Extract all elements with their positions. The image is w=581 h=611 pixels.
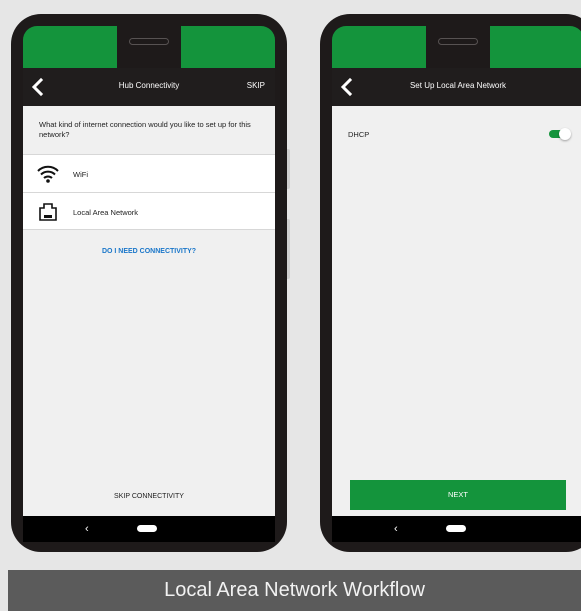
- nav-back-icon[interactable]: ‹: [394, 522, 398, 536]
- volume-button: [287, 219, 290, 279]
- option-wifi[interactable]: WiFi: [23, 154, 275, 192]
- skip-connectivity-button[interactable]: SKIP CONNECTIVITY: [23, 493, 275, 500]
- option-lan-label: Local Area Network: [73, 208, 139, 217]
- nav-home-pill-icon[interactable]: [137, 525, 157, 532]
- status-bar-left: [332, 26, 426, 68]
- nav-back-icon[interactable]: ‹: [85, 522, 89, 536]
- dhcp-label: DHCP: [348, 130, 370, 139]
- workflow-caption: Local Area Network Workflow: [8, 570, 581, 611]
- dhcp-toggle[interactable]: [548, 128, 571, 140]
- power-button: [287, 149, 290, 189]
- dhcp-toggle-knob: [559, 128, 571, 140]
- app-bar: Set Up Local Area Network: [332, 68, 581, 106]
- status-bar-left: [23, 26, 117, 68]
- next-button[interactable]: NEXT: [350, 480, 566, 510]
- earpiece-speaker: [129, 38, 169, 45]
- nav-home-pill-icon[interactable]: [446, 525, 466, 532]
- phone-setup-lan: Set Up Local Area Network DHCP NEXT ‹: [320, 14, 581, 552]
- wifi-icon: [37, 165, 59, 183]
- skip-button[interactable]: SKIP: [247, 81, 265, 90]
- ethernet-port-icon: [39, 203, 57, 221]
- system-nav-bar: ‹: [332, 516, 581, 542]
- connectivity-help-link[interactable]: DO I NEED CONNECTIVITY?: [23, 248, 275, 255]
- earpiece-speaker: [438, 38, 478, 45]
- screen-title: Set Up Local Area Network: [409, 81, 507, 90]
- status-bar-right: [490, 26, 581, 68]
- app-bar: Hub Connectivity SKIP: [23, 68, 275, 106]
- phone-hub-connectivity: Hub Connectivity SKIP What kind of inter…: [11, 14, 290, 552]
- hub-connectivity-screen: Hub Connectivity SKIP What kind of inter…: [23, 68, 275, 516]
- status-bar-right: [181, 26, 275, 68]
- option-wifi-label: WiFi: [73, 170, 88, 179]
- setup-lan-screen: Set Up Local Area Network DHCP NEXT: [332, 68, 581, 516]
- option-local-area-network[interactable]: Local Area Network: [23, 192, 275, 230]
- system-nav-bar: ‹: [23, 516, 275, 542]
- connection-prompt: What kind of internet connection would y…: [39, 120, 251, 139]
- screen-title: Hub Connectivity: [118, 81, 180, 90]
